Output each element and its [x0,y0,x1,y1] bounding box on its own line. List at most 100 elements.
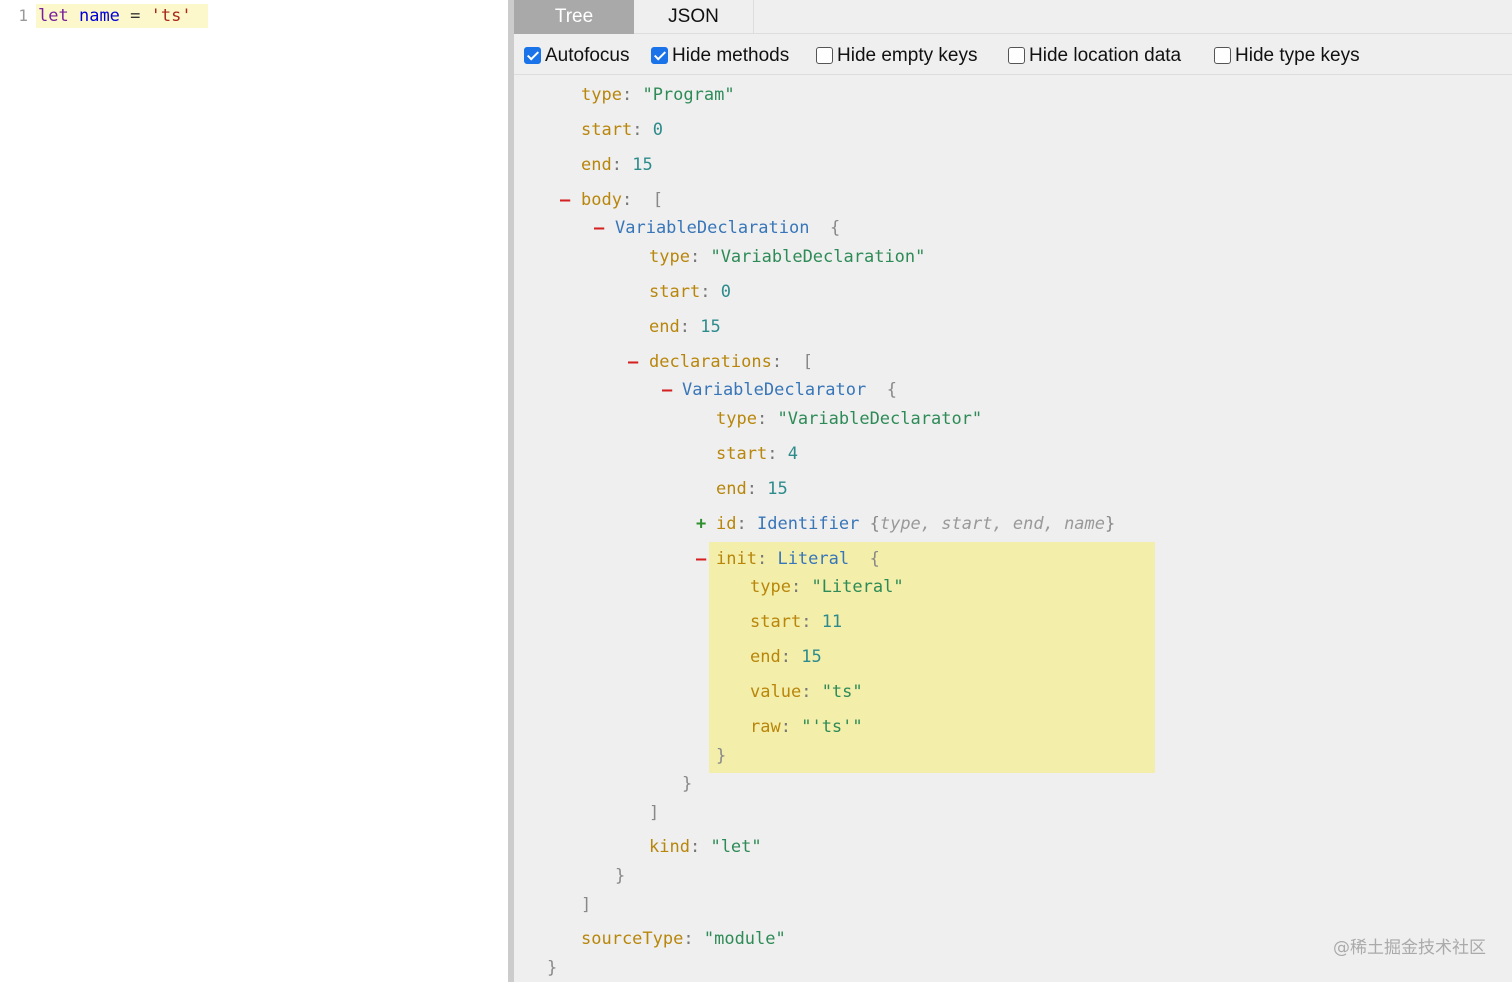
close-brace: } [1105,514,1116,534]
open-brace: { [829,218,841,238]
options-bar: Autofocus Hide methods Hide empty keys H… [514,35,1512,75]
autofocus-label: Autofocus [545,45,630,66]
prop-key: end [649,317,680,337]
tree-row-declarator-end[interactable]: end: 15 [716,477,788,501]
body-close-bracket: ] [581,895,592,915]
tree-row-declarator-start[interactable]: start: 4 [716,442,798,466]
tree-row-kind[interactable]: kind: "let" [649,835,762,859]
prop-value: 15 [700,317,721,337]
code-identifier: name [78,6,120,26]
colon: : [736,514,747,534]
prop-value: 15 [767,479,788,499]
declarator-close-brace: } [682,774,693,794]
autofocus-checkbox[interactable] [524,47,541,64]
declaration-close-brace: } [615,866,626,886]
prop-value: "VariableDeclaration" [710,247,926,267]
prop-key: kind [649,837,690,857]
prop-key: init [716,549,757,569]
tree-row-declaration-type[interactable]: type: "VariableDeclaration" [649,245,925,269]
hide-empty-keys-label: Hide empty keys [837,45,978,66]
hide-empty-keys-checkbox[interactable] [816,47,833,64]
open-brace: { [869,549,880,569]
hide-location-data-checkbox[interactable] [1008,47,1025,64]
prop-value: "let" [710,837,762,857]
collapse-declarator-toggle[interactable]: – [662,378,676,402]
expand-id-toggle[interactable]: + [696,512,710,536]
code-editor[interactable]: 1 let name = 'ts' [0,0,508,982]
prop-key: end [716,479,747,499]
tree-row-body[interactable]: body: [ [581,188,663,212]
tree-row-source-type[interactable]: sourceType: "module" [581,927,786,951]
prop-value: 0 [720,282,731,302]
tree-row-declarations[interactable]: declarations: [ [649,350,813,374]
hide-type-keys-checkbox[interactable] [1214,47,1231,64]
prop-key: type [581,85,622,105]
colon: : [801,612,812,632]
output-pane: Tree JSON Autofocus Hide methods Hide em… [514,0,1512,982]
colon: : [767,444,778,464]
tree-row-declaration-end[interactable]: end: 15 [649,315,721,339]
tab-json[interactable]: JSON [634,0,754,34]
node-type: VariableDeclaration [615,218,810,238]
tree-node-variable-declarator[interactable]: VariableDeclarator { [682,378,897,402]
tree-row-declarator-type[interactable]: type: "VariableDeclarator" [716,407,982,431]
prop-key: start [716,444,768,464]
collapse-declaration-toggle[interactable]: – [594,216,608,240]
tree-node-variable-declaration[interactable]: VariableDeclaration { [615,216,840,240]
collapsed-summary: type, start, end, name [879,514,1106,534]
hide-methods-checkbox[interactable] [651,47,668,64]
prop-key: type [716,409,757,429]
prop-value: 0 [652,120,663,140]
prop-key: body [581,190,622,210]
collapse-body-toggle[interactable]: – [560,188,574,212]
open-bracket: [ [652,190,663,210]
prop-value: 11 [821,612,843,632]
colon: : [683,929,694,949]
colon: : [621,190,633,210]
open-bracket: [ [802,352,813,372]
colon: : [756,409,768,429]
colon: : [746,479,757,499]
code-operator: = [130,6,141,26]
code-string: 'ts' [150,6,192,26]
tree-row-init[interactable]: init: Literal { [716,547,880,571]
tree-row-literal-type[interactable]: type: "Literal" [750,575,904,599]
colon: : [679,317,690,337]
tree-row-declaration-start[interactable]: start: 0 [649,280,731,304]
hide-methods-label: Hide methods [672,45,790,66]
tree-row-literal-end[interactable]: end: 15 [750,645,822,669]
node-type: Literal [777,549,850,569]
open-brace: { [886,380,897,400]
ast-tree: type: "Program" start: 0 end: 15 – body:… [514,76,1512,982]
collapse-init-toggle[interactable]: – [696,547,710,571]
prop-key: id [716,514,737,534]
colon: : [632,120,643,140]
hide-type-keys-label: Hide type keys [1235,45,1360,66]
colon: : [689,837,701,857]
prop-value: "Literal" [811,577,904,597]
prop-key: type [750,577,791,597]
tree-row-program-start[interactable]: start: 0 [581,118,663,142]
tab-tree[interactable]: Tree [514,0,634,34]
tree-row-id[interactable]: id: Identifier {type, start, end, name} [716,512,1115,536]
watermark: @稀土掘金技术社区 [1333,938,1486,958]
open-brace: { [869,514,880,534]
colon: : [780,717,791,737]
literal-close-brace: } [716,746,727,766]
program-close-brace: } [547,958,558,978]
colon: : [801,682,812,702]
colon: : [790,577,802,597]
view-tabs: Tree JSON [514,0,1512,34]
tree-row-program-type[interactable]: type: "Program" [581,83,735,107]
colon: : [756,549,768,569]
code-line[interactable]: let name = 'ts' [38,5,192,27]
collapse-declarations-toggle[interactable]: – [628,350,642,374]
prop-key: start [581,120,633,140]
tree-row-program-end[interactable]: end: 15 [581,153,653,177]
node-type: VariableDeclarator [682,380,867,400]
tree-row-literal-value[interactable]: value: "ts" [750,680,863,704]
tree-row-literal-raw[interactable]: raw: "'ts'" [750,715,863,739]
tree-row-literal-start[interactable]: start: 11 [750,610,842,634]
prop-value: "ts" [821,682,863,702]
prop-key: value [750,682,802,702]
